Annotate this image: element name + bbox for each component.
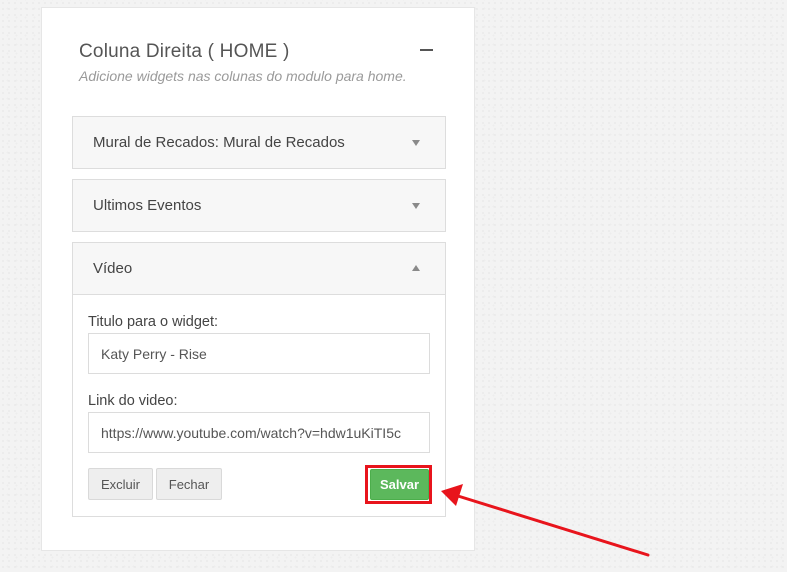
caret-down-icon[interactable]: [412, 140, 420, 146]
close-button[interactable]: Fechar: [156, 468, 222, 500]
link-field-label: Link do video:: [88, 393, 178, 409]
save-button[interactable]: Salvar: [370, 469, 429, 500]
caret-down-icon[interactable]: [412, 203, 420, 209]
caret-up-icon[interactable]: [412, 265, 420, 271]
minus-icon[interactable]: [420, 49, 433, 51]
widget-title-input[interactable]: [88, 333, 430, 374]
widget-title: Ultimos Eventos: [93, 197, 202, 214]
panel-title: Coluna Direita ( HOME ): [79, 41, 290, 62]
panel-subtitle: Adicione widgets nas colunas do modulo p…: [79, 68, 407, 84]
widget-title: Vídeo: [93, 260, 133, 277]
widget-mural-de-recados: Mural de Recados: Mural de Recados: [72, 116, 446, 169]
widget-video-form: Titulo para o widget: Link do video: Exc…: [73, 294, 445, 516]
widget-header-video[interactable]: Vídeo: [73, 243, 445, 294]
title-field-label: Titulo para o widget:: [88, 314, 219, 330]
widget-video: Vídeo Titulo para o widget: Link do vide…: [72, 242, 446, 517]
video-link-input[interactable]: [88, 412, 430, 453]
widget-title: Mural de Recados: Mural de Recados: [93, 134, 345, 151]
widget-header-eventos[interactable]: Ultimos Eventos: [73, 180, 445, 231]
widget-column-panel: Coluna Direita ( HOME ) Adicione widgets…: [41, 7, 475, 551]
widget-header-mural[interactable]: Mural de Recados: Mural de Recados: [73, 117, 445, 168]
delete-button[interactable]: Excluir: [88, 468, 153, 500]
widget-ultimos-eventos: Ultimos Eventos: [72, 179, 446, 232]
